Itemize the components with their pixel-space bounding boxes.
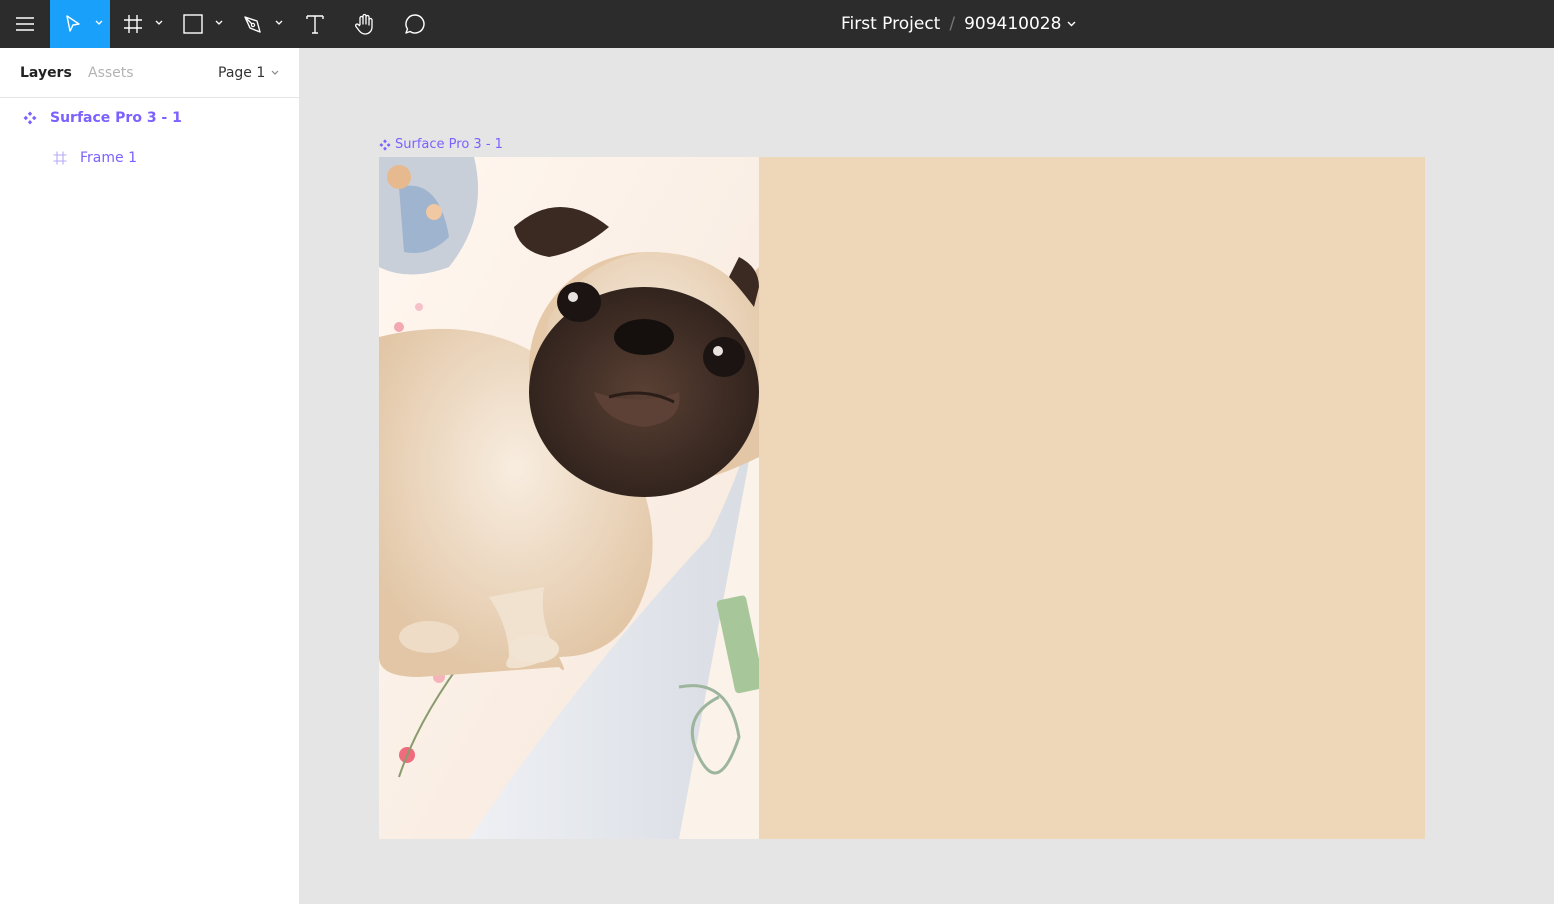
menu-icon xyxy=(16,17,34,31)
file-title: First Project / 909410028 xyxy=(841,12,1076,36)
pen-tool-button[interactable] xyxy=(230,0,290,48)
canvas[interactable]: Surface Pro 3 - 1 xyxy=(300,48,1554,904)
layers-panel: Layers Assets Page 1 Surface Pro 3 - 1 F… xyxy=(0,48,300,904)
text-tool-button[interactable] xyxy=(290,0,340,48)
move-tool-icon xyxy=(66,15,80,32)
comment-tool-button[interactable] xyxy=(390,0,440,48)
hand-tool-icon xyxy=(354,13,373,35)
chevron-down-icon[interactable] xyxy=(1067,21,1076,27)
toolbar: First Project / 909410028 xyxy=(0,0,1554,48)
frame-name-label[interactable]: Surface Pro 3 - 1 xyxy=(379,137,503,152)
move-tool-button[interactable] xyxy=(50,0,110,48)
component-icon xyxy=(379,138,391,151)
frame-tool-button[interactable] xyxy=(110,0,170,48)
project-name[interactable]: First Project xyxy=(841,14,940,34)
layer-label: Frame 1 xyxy=(80,150,137,166)
panel-tabs: Layers Assets Page 1 xyxy=(0,48,299,98)
frame-name-text: Surface Pro 3 - 1 xyxy=(395,137,503,152)
text-tool-icon xyxy=(306,15,324,34)
tab-assets[interactable]: Assets xyxy=(88,65,134,81)
pen-tool-icon xyxy=(244,16,261,33)
title-separator: / xyxy=(949,14,956,34)
layer-row-surface-pro[interactable]: Surface Pro 3 - 1 xyxy=(0,102,300,134)
chevron-down-icon xyxy=(275,20,283,25)
frame-icon xyxy=(53,151,67,165)
pug-photo[interactable] xyxy=(379,157,759,839)
main-menu-button[interactable] xyxy=(0,0,50,48)
component-icon xyxy=(23,111,37,125)
page-selector[interactable]: Page 1 xyxy=(218,65,279,81)
surface-pro-frame[interactable] xyxy=(379,157,1425,839)
chevron-down-icon xyxy=(155,20,163,25)
layer-row-frame-1[interactable]: Frame 1 xyxy=(0,142,300,174)
comment-tool-icon xyxy=(405,14,425,34)
chevron-down-icon xyxy=(215,20,223,25)
hand-tool-button[interactable] xyxy=(340,0,390,48)
rectangle-tool-icon xyxy=(183,14,203,34)
layer-label: Surface Pro 3 - 1 xyxy=(50,110,182,126)
chevron-down-icon xyxy=(271,70,279,75)
tab-layers[interactable]: Layers xyxy=(20,65,72,81)
rectangle-tool-button[interactable] xyxy=(170,0,230,48)
pug-image xyxy=(379,157,759,839)
frame-tool-icon xyxy=(124,15,142,33)
file-name[interactable]: 909410028 xyxy=(964,14,1061,34)
chevron-down-icon xyxy=(95,20,103,25)
page-label: Page 1 xyxy=(218,65,266,81)
